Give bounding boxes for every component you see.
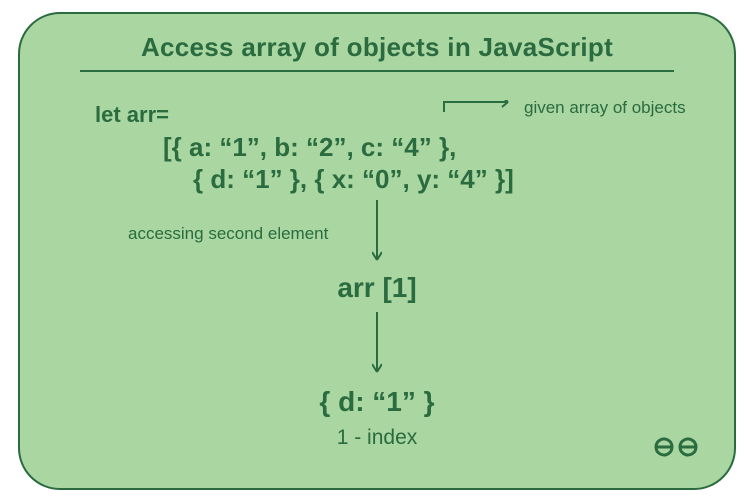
diagram-card: Access array of objects in JavaScript le…	[18, 12, 736, 490]
accessing-label: accessing second element	[128, 224, 328, 244]
array-literal-line2: { d: “1” }, { x: “0”, y: “4” }]	[193, 164, 514, 195]
arrow-down-icon	[376, 200, 378, 264]
arrow-down-icon	[376, 312, 378, 376]
geeksforgeeks-logo-icon	[654, 434, 698, 460]
let-declaration: let arr=	[95, 102, 169, 128]
access-expression: arr [1]	[20, 272, 734, 304]
given-arrow-icon	[442, 100, 516, 114]
array-literal-line1: [{ a: “1”, b: “2”, c: “4” },	[163, 132, 456, 163]
diagram-title: Access array of objects in JavaScript	[20, 32, 734, 63]
index-label: 1 - index	[20, 426, 734, 450]
title-divider	[80, 70, 674, 72]
given-array-label: given array of objects	[524, 98, 686, 118]
result-value: { d: “1” }	[20, 386, 734, 418]
